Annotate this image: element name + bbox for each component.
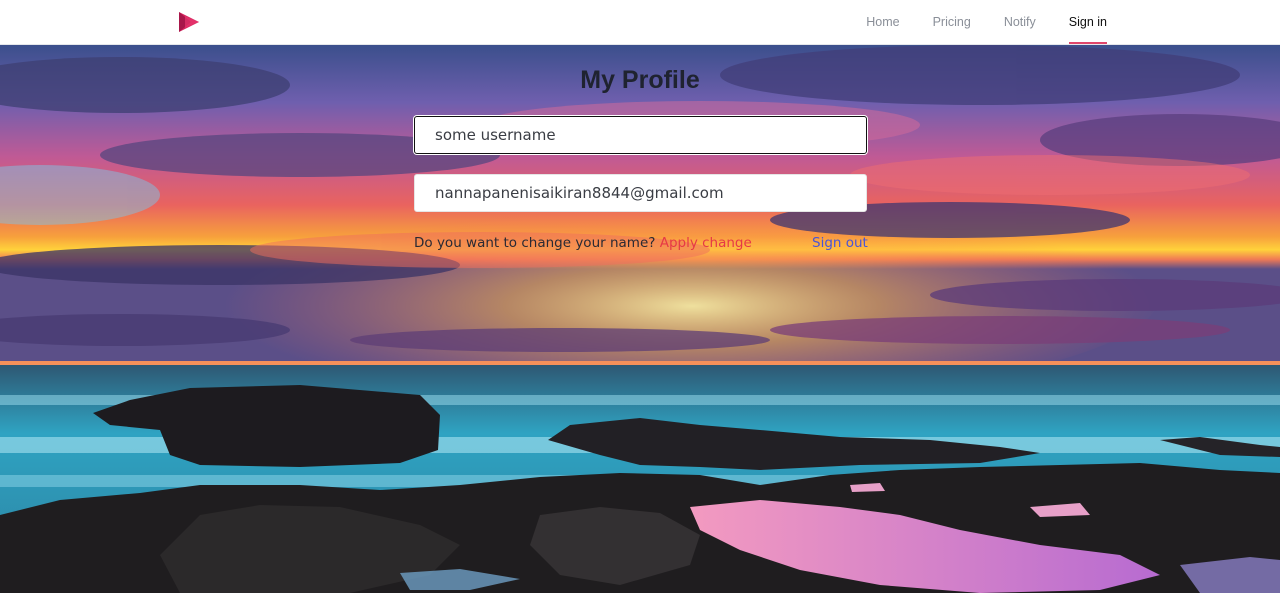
change-name-prompt: Do you want to change your name? — [414, 235, 660, 251]
nav-link-home[interactable]: Home — [866, 0, 899, 45]
change-name-row: Do you want to change your name? Apply c… — [414, 235, 867, 255]
nav-link-notify[interactable]: Notify — [1004, 0, 1036, 45]
page-title: My Profile — [580, 66, 700, 94]
play-triangle-logo-icon[interactable] — [177, 11, 201, 33]
username-input[interactable]: some username — [414, 116, 867, 154]
navbar: Home Pricing Notify Sign in — [0, 0, 1280, 45]
apply-change-link[interactable]: Apply change — [660, 235, 752, 251]
nav-link-sign-in[interactable]: Sign in — [1068, 0, 1108, 45]
sign-out-link[interactable]: Sign out — [812, 235, 868, 251]
nav-links: Home Pricing Notify Sign in — [833, 0, 1108, 45]
nav-link-pricing[interactable]: Pricing — [933, 0, 971, 45]
email-field: nannapanenisaikiran8844@gmail.com — [414, 174, 867, 212]
